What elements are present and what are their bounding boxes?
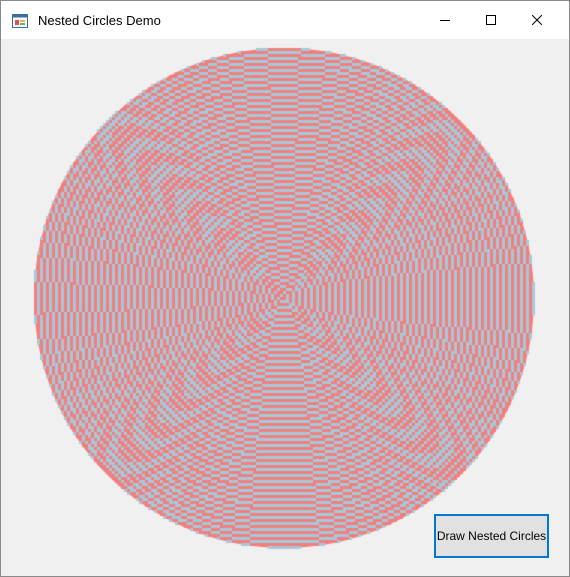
app-icon xyxy=(12,14,28,28)
close-icon xyxy=(532,15,542,25)
client-area: Draw Nested Circles xyxy=(1,39,569,576)
window-title: Nested Circles Demo xyxy=(38,13,161,28)
minimize-icon xyxy=(440,15,450,25)
close-button[interactable] xyxy=(514,1,560,39)
app-window: Nested Circles Demo Draw Nested Circles xyxy=(0,0,570,577)
maximize-button[interactable] xyxy=(468,1,514,39)
draw-nested-circles-label: Draw Nested Circles xyxy=(436,529,547,543)
draw-nested-circles-button[interactable]: Draw Nested Circles xyxy=(434,514,549,558)
maximize-icon xyxy=(486,15,496,25)
nested-circles-drawing xyxy=(1,39,569,576)
minimize-button[interactable] xyxy=(422,1,468,39)
title-bar[interactable]: Nested Circles Demo xyxy=(1,1,569,39)
